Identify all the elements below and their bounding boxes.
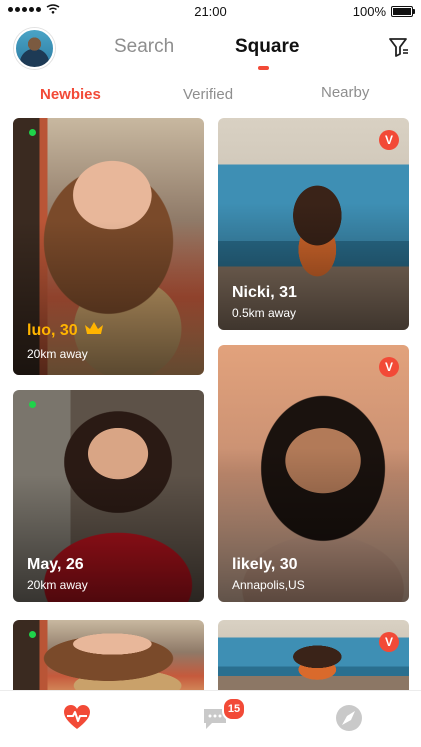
online-indicator: [29, 401, 36, 408]
battery-group: 100%: [352, 4, 415, 19]
subtab-verified[interactable]: Verified: [183, 86, 233, 103]
top-header: Search Square: [0, 22, 421, 74]
online-indicator: [29, 129, 36, 136]
battery-percent: 100%: [352, 4, 386, 19]
tab-square[interactable]: Square: [235, 36, 299, 58]
profile-distance: 20km away: [27, 578, 88, 592]
verified-badge: V: [379, 357, 399, 377]
status-bar: 21:00 100%: [0, 0, 421, 22]
online-indicator: [29, 631, 36, 638]
profile-card[interactable]: V: [218, 620, 409, 700]
crown-icon: [84, 321, 104, 341]
profile-card[interactable]: V Nicki, 31 0.5km away: [218, 118, 409, 330]
chat-icon[interactable]: 15: [200, 697, 246, 733]
bottom-tab-bar: 15: [0, 690, 421, 747]
profile-name: May, 26: [27, 556, 84, 574]
subtabs: Newbies Verified Nearby: [0, 80, 421, 110]
tab-search[interactable]: Search: [114, 36, 174, 58]
profile-name: luo, 30: [27, 321, 104, 341]
profile-name-text: Nicki, 31: [232, 284, 297, 301]
active-tab-indicator: [258, 66, 269, 70]
profile-location: Annapolis,US: [232, 578, 305, 592]
profile-name-text: May, 26: [27, 556, 84, 573]
avatar[interactable]: [14, 28, 55, 69]
profile-name: Nicki, 31: [232, 284, 297, 302]
profile-distance: 0.5km away: [232, 306, 297, 320]
heart-pulse-icon[interactable]: [62, 703, 92, 733]
profile-distance: 20km away: [27, 347, 88, 361]
profile-card[interactable]: luo, 30 20km away: [13, 118, 204, 375]
battery-fill: [393, 8, 411, 15]
messages-badge: 15: [222, 697, 246, 721]
verified-badge: V: [379, 632, 399, 652]
subtab-nearby[interactable]: Nearby: [321, 84, 369, 101]
profile-name-text: luo, 30: [27, 322, 78, 339]
verified-badge: V: [379, 130, 399, 150]
profile-name-text: likely, 30: [232, 556, 298, 573]
discover-icon[interactable]: [334, 703, 364, 733]
profile-name: likely, 30: [232, 556, 298, 574]
profile-card[interactable]: V likely, 30 Annapolis,US: [218, 345, 409, 602]
battery-icon: [391, 6, 415, 17]
profile-card[interactable]: [13, 620, 204, 700]
filter-icon[interactable]: [387, 36, 409, 58]
profile-card[interactable]: May, 26 20km away: [13, 390, 204, 602]
subtab-newbies[interactable]: Newbies: [40, 86, 101, 103]
